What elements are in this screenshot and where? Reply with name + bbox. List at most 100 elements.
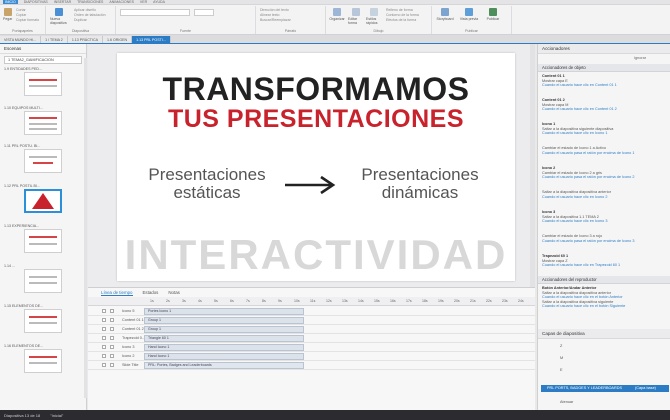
storyboard-button[interactable]: Storyboard	[434, 8, 456, 21]
organize-button[interactable]: Organizar	[329, 8, 345, 21]
scenes-scrollbar[interactable]	[84, 58, 87, 398]
tab-states[interactable]: Estados	[143, 290, 159, 295]
apply-layout-button[interactable]: Aplicar diseño	[74, 8, 96, 12]
lock-toggle[interactable]	[110, 363, 114, 367]
lock-toggle[interactable]	[110, 318, 114, 322]
slide-item[interactable]: 1.15 ELEMENTOS DE...	[4, 304, 84, 333]
tab-practica[interactable]: 1.13 PRÁCTICA	[67, 36, 103, 43]
menu-diapositivas[interactable]: DIAPOSITIVAS	[24, 0, 48, 4]
tab-order-button[interactable]: Orden de tabulación	[74, 13, 106, 17]
copy-button[interactable]: Copiar	[16, 13, 26, 17]
timeline-row[interactable]: Slide Title PRL: Portes, Badges and Lead…	[88, 361, 535, 370]
preview-button[interactable]: Vista previa	[458, 8, 480, 21]
timeline-bar[interactable]: Group 1	[144, 326, 304, 333]
layer-item[interactable]: Z	[560, 344, 562, 348]
slide-item[interactable]: 1.14 ...	[4, 264, 84, 293]
paste-button[interactable]: Pegar	[3, 8, 12, 21]
menu-animaciones[interactable]: ANIMACIONES	[109, 0, 134, 4]
trigger-toolbar[interactable]	[542, 56, 602, 62]
timeline-bar[interactable]: Group 1	[144, 317, 304, 324]
scene-select[interactable]: 1 TEMA2_GAMIFICACION	[4, 56, 82, 64]
visibility-toggle[interactable]	[102, 327, 106, 331]
timeline-ruler[interactable]: 1s 2s 3s 4s 5s 6s 7s 8s 9s 10s 11s 12s 1…	[88, 297, 535, 306]
tab-timeline[interactable]: Línea de tiempo	[101, 290, 133, 296]
visibility-toggle[interactable]	[102, 354, 106, 358]
trigger-item[interactable]: Icono 2 Cambiar el estado de Icono 2 a g…	[542, 166, 666, 180]
ignore-checkbox[interactable]: Ignorar	[634, 56, 646, 60]
layer-item[interactable]: M	[560, 356, 563, 360]
format-painter-button[interactable]: Copiar formato	[16, 18, 39, 22]
timeline-bar[interactable]: Portes Icono 1	[144, 308, 304, 315]
visibility-toggle[interactable]	[102, 363, 106, 367]
timeline-row[interactable]: Trapezoid 0... Triangle 60 1	[88, 334, 535, 343]
slide-item[interactable]: 1.16 ELEMENTOS DE...	[4, 344, 84, 373]
font-size-select[interactable]	[194, 9, 214, 16]
static-presentations-text[interactable]: Presentaciones estáticas	[142, 166, 272, 202]
trigger-item[interactable]: Cambiar el estado de Icono 3 a rojo Cuan…	[542, 234, 666, 243]
dynamic-presentations-text[interactable]: Presentaciones dinámicas	[350, 166, 490, 202]
tab-prl-posti[interactable]: 1.13 PRL POSTI...	[132, 36, 171, 43]
visibility-toggle[interactable]	[102, 336, 106, 340]
shape-outline-button[interactable]: Contorno de la forma	[386, 13, 419, 17]
slide-canvas[interactable]: TRANSFORMAMOS TUS PRESENTACIONES Present…	[117, 53, 515, 281]
duplicate-button[interactable]: Duplicar	[74, 18, 87, 22]
visibility-toggle[interactable]	[102, 309, 106, 313]
shape-effects-button[interactable]: Efectos de la forma	[386, 18, 416, 22]
trigger-item[interactable]: Saltar a la diapositiva diapositiva ante…	[542, 190, 666, 199]
trigger-item[interactable]: Icono 3 Saltar a la diapositiva 1.1 TEMA…	[542, 210, 666, 224]
shape-fill-button[interactable]: Relleno de forma	[386, 8, 413, 12]
canvas-scrollbar[interactable]	[530, 44, 535, 287]
new-slide-button[interactable]: Nueva diapositiva	[50, 8, 68, 25]
timeline-row[interactable]: Content 01 2 Group 1	[88, 325, 535, 334]
lock-toggle[interactable]	[110, 336, 114, 340]
text-direction-button[interactable]: Dirección del texto	[260, 8, 289, 12]
slide-item[interactable]: 1.9 ENTIDADES PED...	[4, 67, 84, 96]
trigger-item[interactable]: Trapezoid 60 1 Mostrar capa Z Cuando el …	[542, 254, 666, 268]
slide-item-selected[interactable]: 1.12 PRL POSTIL BI...	[4, 184, 84, 213]
align-text-button[interactable]: Alinear texto	[260, 13, 279, 17]
quick-styles-button[interactable]: Estilos rápidos	[366, 8, 382, 25]
timeline-bar[interactable]: Hand Icono 1	[144, 344, 304, 351]
timeline-row[interactable]: Content 01 1 Group 1	[88, 316, 535, 325]
lock-toggle[interactable]	[110, 327, 114, 331]
trigger-item[interactable]: Content 01 2 Mostrar capa M Cuando el us…	[542, 98, 666, 112]
visibility-toggle[interactable]	[102, 345, 106, 349]
timeline-row[interactable]: Icono 2 Hand Icono 1	[88, 352, 535, 361]
menu-inicio[interactable]: INICIO	[3, 0, 18, 4]
tab-origen[interactable]: 1.6 ORIGEN	[102, 36, 133, 43]
slide-item[interactable]: 1.10 EQUIPOS MULTI...	[4, 106, 84, 135]
edit-shape-button[interactable]: Editar forma	[348, 8, 364, 25]
lock-toggle[interactable]	[110, 345, 114, 349]
menu-ayuda[interactable]: AYUDA	[153, 0, 165, 4]
menu-insertar[interactable]: INSERTAR	[54, 0, 71, 4]
find-replace-button[interactable]: Buscar/Reemplazar	[260, 18, 291, 22]
slide-subtitle[interactable]: TUS PRESENTACIONES	[117, 105, 515, 134]
base-layer-selected[interactable]: PRL PORTS, BADGES Y LEADERBOARDS (Capa b…	[541, 385, 669, 392]
menu-ver[interactable]: VER	[140, 0, 147, 4]
trigger-item[interactable]: Cambiar el estado de Icono 1 a Activo Cu…	[542, 146, 666, 155]
interactivity-heading[interactable]: INTERACTIVIDAD	[117, 231, 515, 279]
lock-toggle[interactable]	[110, 309, 114, 313]
slide-item[interactable]: 1.11 PRL POSTU. BI...	[4, 144, 84, 173]
timeline-row[interactable]: Icono 3 Hand Icono 1	[88, 343, 535, 352]
layer-item[interactable]: E	[560, 368, 563, 372]
dim-option[interactable]: Atenuar	[560, 400, 573, 404]
tab-story-view[interactable]: VISTA MUNDO HI...	[0, 36, 42, 43]
cut-button[interactable]: Cortar	[16, 8, 26, 12]
visibility-toggle[interactable]	[102, 318, 106, 322]
timeline-row[interactable]: Icono 5 Portes Icono 1	[88, 307, 535, 316]
player-trigger-group[interactable]: Botón Anterior/Andar Anterior Saltar a l…	[542, 286, 666, 309]
arrow-right-icon[interactable]	[283, 175, 337, 195]
trigger-item[interactable]: Icono 1 Saltar a la diapositiva siguient…	[542, 122, 666, 136]
tab-tema-2[interactable]: 1 / TEMA 2	[41, 36, 68, 43]
lock-toggle[interactable]	[110, 354, 114, 358]
slide-title[interactable]: TRANSFORMAMOS	[117, 71, 515, 108]
timeline-bar[interactable]: Triangle 60 1	[144, 335, 304, 342]
timeline-bar[interactable]: Hand Icono 1	[144, 353, 304, 360]
timeline-bar[interactable]: PRL: Portes, Badges and Leaderboards	[144, 362, 304, 369]
menu-transiciones[interactable]: TRANSICIONES	[77, 0, 103, 4]
trigger-item[interactable]: Content 01 1 Mostrar capa E Cuando el us…	[542, 74, 666, 88]
slide-item[interactable]: 1.13 EXPERIENCIA...	[4, 224, 84, 253]
font-family-select[interactable]	[120, 9, 190, 16]
tab-notes[interactable]: Notas	[168, 290, 179, 295]
